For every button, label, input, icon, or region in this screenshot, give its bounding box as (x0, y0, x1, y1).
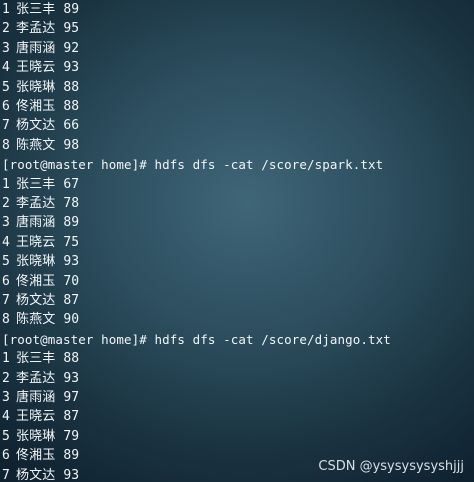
output-line: 7 杨文达 93 (2, 467, 80, 482)
output-line: 2 李孟达 78 (2, 196, 80, 211)
output-line: 7 杨文达 66 (2, 118, 80, 134)
output-line: 8 陈燕文 90 (2, 312, 80, 328)
output-line: 3 唐雨涵 97 (2, 390, 80, 405)
output-line: 4 王晓云 87 (2, 409, 80, 425)
output-line: 1 张三丰 89 (2, 2, 80, 17)
output-line: 6 佟湘玉 70 (2, 273, 80, 289)
terminal-output[interactable]: 1 张三丰 89 2 李孟达 95 3 唐雨涵 92 4 王晓云 93 5 张晓琳 88 6 佟湘玉 8… (0, 0, 474, 482)
shell-command-line: [root@master home]# hdfs dfs -cat /score… (2, 157, 384, 173)
output-line: 5 张晓琳 93 (2, 254, 80, 270)
shell-command-line: [root@master home]# hdfs dfs -cat /score… (2, 331, 391, 347)
output-line: 3 唐雨涵 89 (2, 215, 80, 231)
output-line: 5 张晓琳 79 (2, 428, 80, 444)
output-line: 8 陈燕文 98 (2, 137, 80, 153)
output-line: 7 杨文达 87 (2, 293, 80, 308)
output-line: 4 王晓云 75 (2, 234, 80, 250)
output-line: 6 佟湘玉 88 (2, 99, 80, 114)
output-line: 5 张晓琳 88 (2, 79, 80, 95)
csdn-watermark: CSDN @ysysysysyshjjj (318, 459, 464, 474)
output-line: 4 王晓云 93 (2, 60, 80, 76)
output-line: 6 佟湘玉 89 (2, 448, 80, 464)
output-line: 1 张三丰 67 (2, 176, 80, 192)
output-line: 3 唐雨涵 92 (2, 40, 80, 56)
output-line: 1 张三丰 88 (2, 351, 80, 367)
output-line: 2 李孟达 95 (2, 21, 80, 37)
output-line: 2 李孟达 93 (2, 370, 80, 386)
